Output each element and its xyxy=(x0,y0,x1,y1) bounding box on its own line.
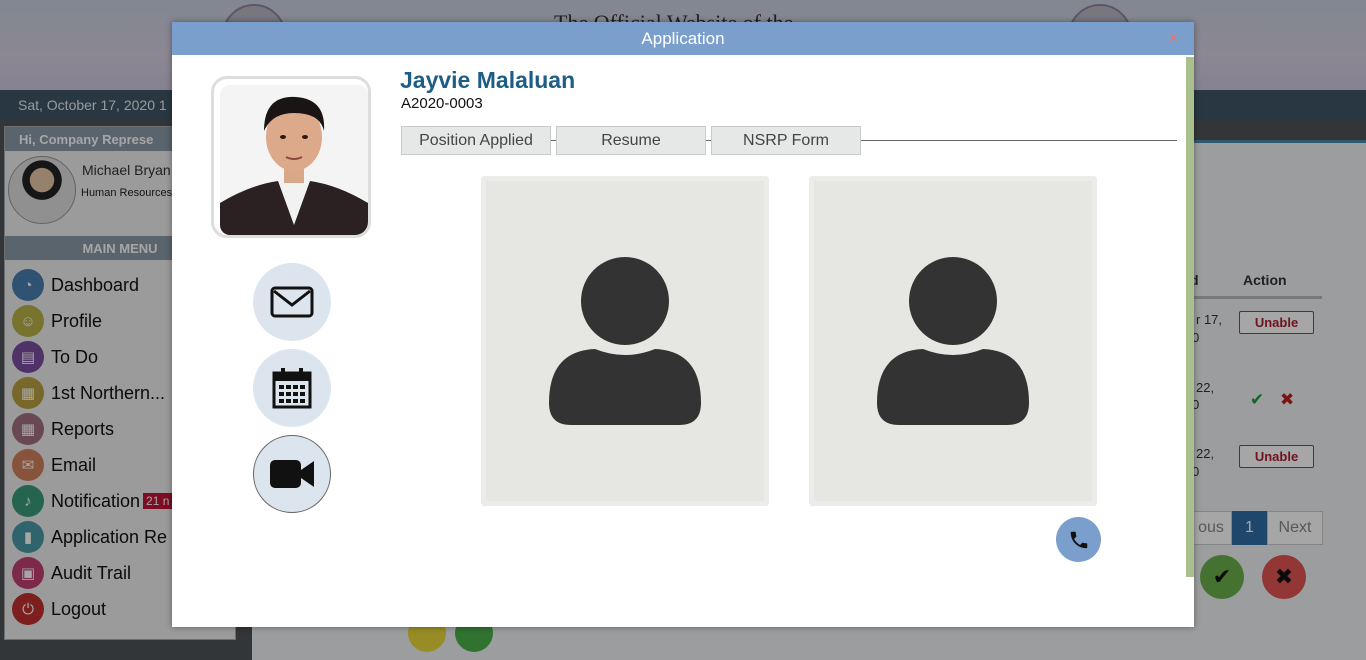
tab-nsrp-form[interactable]: NSRP Form xyxy=(711,126,861,155)
modal-title: Application xyxy=(641,29,725,48)
applicant-name: Jayvie Malaluan xyxy=(400,67,576,93)
scrollbar[interactable] xyxy=(1186,57,1194,577)
user-placeholder-icon xyxy=(549,257,701,425)
tab-position-applied[interactable]: Position Applied xyxy=(401,126,551,155)
modal-header: Application × xyxy=(172,22,1194,55)
applicant-id: A2020-0003 xyxy=(401,95,483,112)
video-call-button[interactable] xyxy=(253,435,331,513)
application-modal: Application × Jayvie Malaluan A2020-0003… xyxy=(172,22,1194,627)
user-placeholder-icon xyxy=(877,257,1029,425)
remote-video-placeholder xyxy=(809,176,1097,506)
applicant-photo xyxy=(220,85,368,235)
schedule-button[interactable] xyxy=(253,349,331,427)
applicant-photo-frame xyxy=(211,76,371,238)
video-camera-icon xyxy=(270,460,314,488)
call-button[interactable] xyxy=(1056,517,1101,562)
email-button[interactable] xyxy=(253,263,331,341)
local-video-placeholder xyxy=(481,176,769,506)
email-icon xyxy=(270,286,314,318)
tab-resume[interactable]: Resume xyxy=(556,126,706,155)
calendar-icon xyxy=(272,368,312,409)
phone-icon xyxy=(1070,531,1087,548)
close-icon[interactable]: × xyxy=(1169,22,1178,55)
